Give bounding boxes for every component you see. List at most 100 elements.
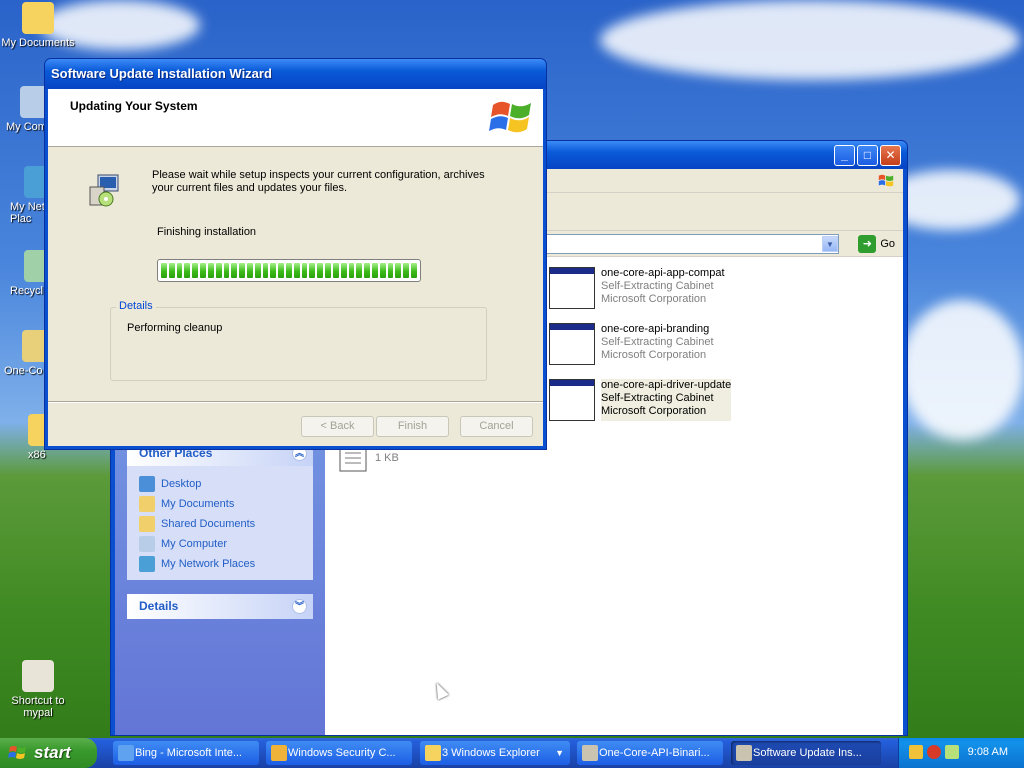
clock[interactable]: 9:08 AM: [968, 746, 1008, 758]
details-panel: Details ︾: [127, 594, 313, 619]
details-group: [110, 307, 487, 381]
progress-segment: [332, 263, 339, 278]
progress-segment: [364, 263, 370, 278]
details-header[interactable]: Details ︾: [127, 594, 313, 619]
place-link-my-network-places[interactable]: My Network Places: [139, 554, 303, 574]
desktop-icon-my-documents[interactable]: My Documents: [0, 2, 76, 49]
progress-segment: [395, 263, 402, 278]
cabinet-file-icon: [549, 267, 595, 309]
wizard-body: Updating Your System Please wait while s…: [48, 89, 543, 446]
progress-segment: [192, 263, 199, 278]
taskbar-button-ie[interactable]: Bing - Microsoft Inte...: [113, 741, 259, 765]
windows-flag-icon: [8, 746, 26, 759]
progress-segment: [293, 263, 300, 278]
security-shield-icon: [271, 745, 287, 761]
progress-segment: [231, 263, 238, 278]
installation-wizard-dialog[interactable]: Software Update Installation Wizard Upda…: [44, 58, 547, 450]
progress-segment: [356, 263, 363, 278]
windows-xp-logo-icon: [489, 101, 531, 133]
system-tray: 9:08 AM: [898, 738, 1024, 768]
desktop-icon-x86[interactable]: x86: [0, 414, 60, 461]
progress-segment: [161, 263, 167, 278]
my-documents-icon: [139, 496, 155, 512]
taskbar-button-one-core[interactable]: One-Core-API-Binari...: [577, 741, 723, 765]
expand-chevron-icon[interactable]: ︾: [292, 599, 307, 614]
maximize-button[interactable]: □: [857, 145, 878, 166]
progress-segment: [325, 263, 331, 278]
desktop-cloud: [900, 300, 1024, 440]
progress-segment: [246, 263, 253, 278]
setup-computer-icon: [89, 174, 119, 207]
progress-segment: [403, 263, 409, 278]
progress-segment: [301, 263, 308, 278]
progress-segment: [239, 263, 245, 278]
tray-security-icon[interactable]: [909, 745, 923, 759]
progress-segment: [387, 263, 394, 278]
wizard-header-title: Updating Your System: [70, 99, 198, 113]
progress-segment: [411, 263, 417, 278]
progress-segment: [176, 263, 183, 278]
desktop-icon-one-core[interactable]: One-Co: [0, 330, 54, 377]
progress-segment: [168, 263, 175, 278]
taskbar-button-software-update[interactable]: Software Update Ins...: [731, 741, 881, 765]
cabinet-file-icon: [549, 323, 595, 365]
other-places-panel: Other Places ︽ Desktop My Documents Shar…: [127, 441, 313, 580]
cancel-button[interactable]: Cancel: [460, 416, 533, 437]
desktop-icon-my-computer[interactable]: My Com: [0, 86, 52, 133]
mypal-shortcut-icon: [22, 660, 54, 692]
details-text: Performing cleanup: [127, 322, 223, 334]
file-item[interactable]: one-core-api-branding Self-Extracting Ca…: [549, 323, 714, 365]
desktop-icon: [139, 476, 155, 492]
tray-alert-icon[interactable]: [927, 745, 941, 759]
desktop-icon-recycle-bin[interactable]: Recycl: [0, 250, 56, 297]
go-button[interactable]: ➜ Go: [858, 235, 895, 253]
back-button[interactable]: < Back: [301, 416, 374, 437]
progress-segment: [348, 263, 355, 278]
progress-segment: [262, 263, 269, 278]
progress-segment: [270, 263, 277, 278]
button-separator: [48, 401, 543, 403]
chevron-down-icon[interactable]: ▼: [822, 236, 838, 252]
place-link-shared-documents[interactable]: Shared Documents: [139, 514, 303, 534]
desktop-icon-network-places[interactable]: My Net Plac: [0, 166, 56, 225]
desktop-icon-mypal[interactable]: Shortcut to mypal: [0, 660, 76, 719]
place-link-desktop[interactable]: Desktop: [139, 474, 303, 494]
network-places-icon: [139, 556, 155, 572]
progress-segment: [254, 263, 261, 278]
taskbar-button-explorer-group[interactable]: 3 Windows Explorer ▼: [420, 741, 570, 765]
minimize-button[interactable]: _: [834, 145, 855, 166]
shared-folder-icon: [139, 516, 155, 532]
desktop-cloud: [600, 0, 1020, 80]
finish-button[interactable]: Finish: [376, 416, 449, 437]
progress-segment: [340, 263, 347, 278]
file-item[interactable]: one-core-api-driver-update Self-Extracti…: [549, 379, 732, 421]
place-link-my-documents[interactable]: My Documents: [139, 494, 303, 514]
file-item[interactable]: one-core-api-app-compat Self-Extracting …: [549, 267, 725, 309]
group-dropdown-icon: ▼: [555, 748, 564, 758]
cabinet-file-icon: [549, 379, 595, 421]
wizard-header: Updating Your System: [48, 89, 543, 147]
ie-icon: [118, 745, 134, 761]
go-arrow-icon: ➜: [858, 235, 877, 253]
taskbar: start Bing - Microsoft Inte... Windows S…: [0, 738, 1024, 768]
details-group-label: Details: [116, 300, 156, 312]
wizard-title-bar[interactable]: Software Update Installation Wizard: [45, 59, 546, 89]
progress-segment: [184, 263, 191, 278]
tray-network-icon[interactable]: [945, 745, 959, 759]
place-link-my-computer[interactable]: My Computer: [139, 534, 303, 554]
close-button[interactable]: ✕: [880, 145, 901, 166]
installer-icon: [736, 745, 752, 761]
start-button[interactable]: start: [0, 738, 97, 768]
taskbar-button-security-center[interactable]: Windows Security C...: [266, 741, 412, 765]
progress-segment: [379, 263, 386, 278]
progress-segment: [200, 263, 206, 278]
wizard-description: Please wait while setup inspects your cu…: [152, 169, 485, 194]
installer-icon: [582, 745, 598, 761]
progress-segment: [371, 263, 378, 278]
progress-segment: [207, 263, 214, 278]
progress-segment: [309, 263, 316, 278]
installation-status: Finishing installation: [157, 226, 257, 238]
folder-documents-icon: [22, 2, 54, 34]
progress-segment: [286, 263, 292, 278]
installation-progress-bar: [157, 259, 421, 282]
